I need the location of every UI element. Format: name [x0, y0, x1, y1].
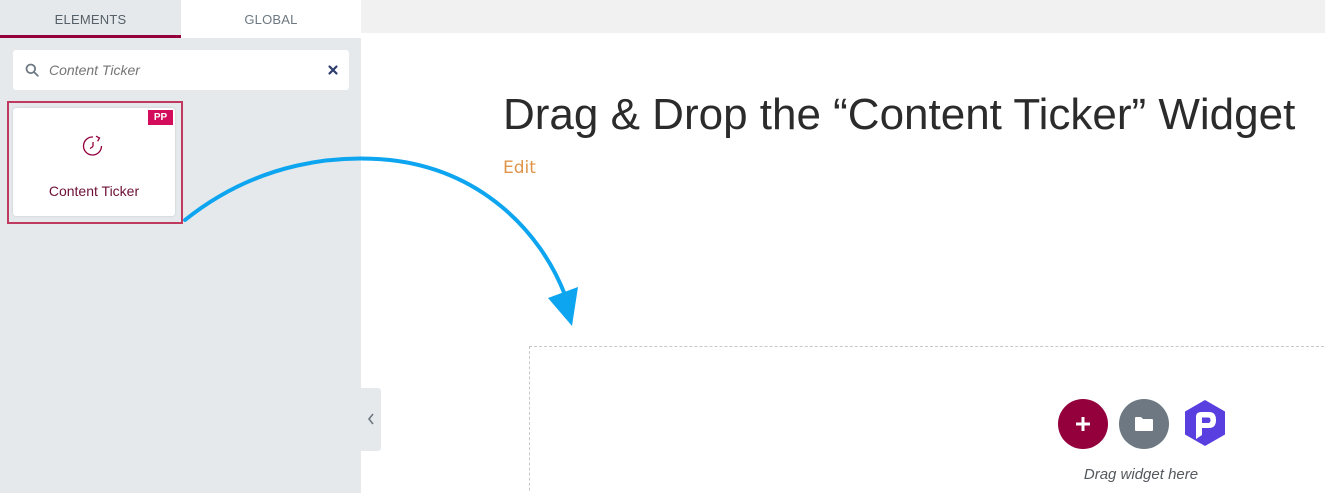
preview-top-bar	[361, 0, 1325, 33]
powerpack-logo-icon[interactable]	[1180, 398, 1230, 450]
collapse-panel-handle[interactable]	[361, 388, 381, 451]
close-icon[interactable]	[326, 63, 340, 77]
widget-content-ticker[interactable]: PP Content Ticker	[13, 108, 175, 216]
chevron-left-icon	[367, 413, 374, 425]
drag-arrow	[183, 156, 578, 326]
clock-refresh-icon	[82, 135, 103, 156]
tab-global[interactable]: GLOBAL	[181, 0, 361, 38]
search-input[interactable]	[49, 60, 299, 80]
pp-badge: PP	[148, 110, 173, 125]
add-template-button[interactable]	[1119, 399, 1169, 449]
panel-tabs: ELEMENTS GLOBAL	[0, 0, 361, 38]
drop-zone-hint: Drag widget here	[1083, 466, 1199, 483]
search-icon	[25, 63, 39, 77]
search-box	[13, 50, 349, 90]
tab-elements[interactable]: ELEMENTS	[0, 0, 181, 38]
widget-label: Content Ticker	[48, 183, 140, 199]
folder-icon	[1135, 417, 1153, 431]
plus-icon	[1076, 417, 1090, 431]
add-section-button[interactable]	[1058, 399, 1108, 449]
page-title: Drag & Drop the “Content Ticker” Widget	[503, 90, 1296, 139]
